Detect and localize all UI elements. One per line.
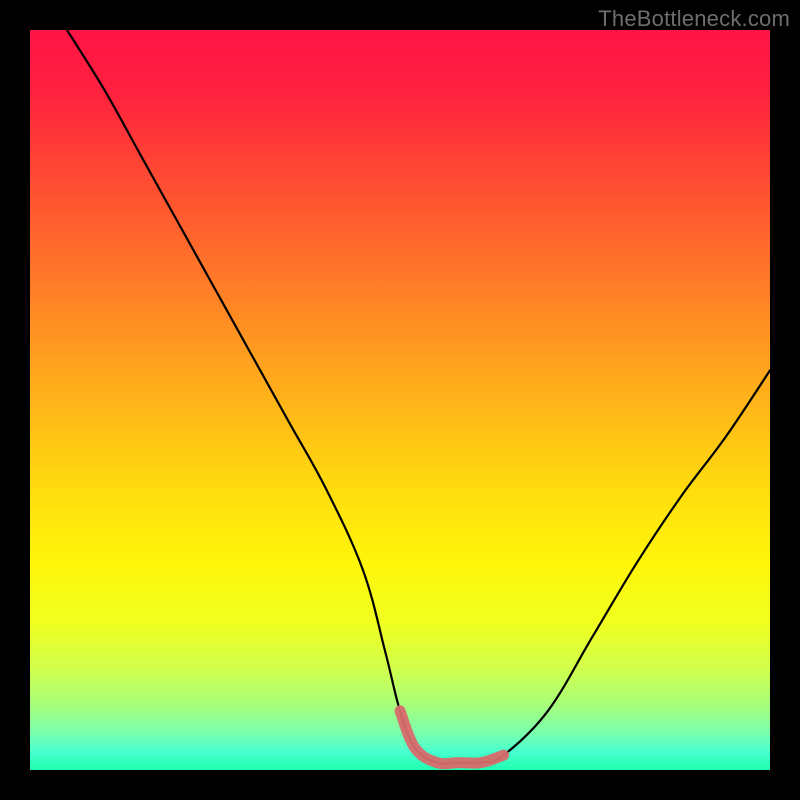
bottom-highlight [400,711,504,764]
plot-area [30,30,770,770]
curve-line [67,30,770,764]
chart-canvas: TheBottleneck.com [0,0,800,800]
chart-svg [30,30,770,770]
watermark-text: TheBottleneck.com [598,6,790,32]
